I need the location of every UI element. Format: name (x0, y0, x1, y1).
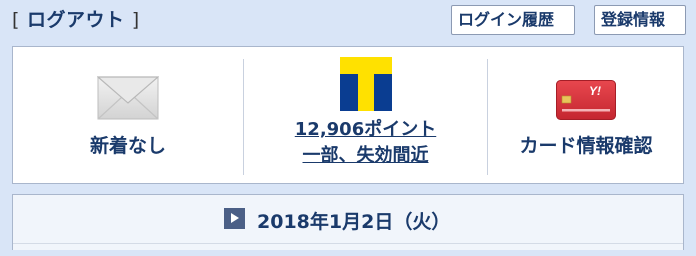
logout-bracket-close: ] (131, 9, 140, 31)
t-point-icon (339, 57, 392, 111)
mail-status[interactable]: 新着なし (13, 47, 243, 183)
svg-text:Y!: Y! (589, 84, 601, 98)
logout-label: ログアウト (27, 9, 125, 31)
envelope-icon (96, 76, 160, 120)
date-header: 2018年1月2日（火） (224, 207, 450, 233)
account-info-button[interactable]: 登録情報 (594, 5, 686, 35)
logout-link[interactable]: [ ログアウト ] (12, 5, 140, 32)
t-point-status: 12,906ポイント 一部、失効間近 (244, 47, 487, 183)
date-bar: 2018年1月2日（火） (12, 194, 684, 250)
top-bar: [ ログアウト ] ログイン履歴 登録情報 (0, 0, 696, 42)
card-info[interactable]: Y! カード情報確認 (488, 47, 684, 183)
mail-status-label: 新着なし (89, 135, 166, 157)
card-info-label: カード情報確認 (519, 135, 653, 157)
date-bar-divider (13, 243, 683, 244)
account-summary-panel: 新着なし 12,906ポイント 一部、失効間近 Y! カード情報確認 (12, 46, 684, 184)
login-history-button[interactable]: ログイン履歴 (451, 5, 575, 35)
t-point-expiry-notice: 一部、失効間近 (302, 145, 429, 166)
play-icon[interactable] (224, 208, 245, 229)
t-point-link[interactable]: 12,906ポイント 一部、失効間近 (244, 117, 487, 169)
logout-bracket-open: [ (12, 9, 20, 31)
credit-card-icon: Y! (556, 80, 616, 120)
current-date: 2018年1月2日（火） (257, 211, 451, 233)
t-point-balance: 12,906ポイント (294, 119, 437, 140)
